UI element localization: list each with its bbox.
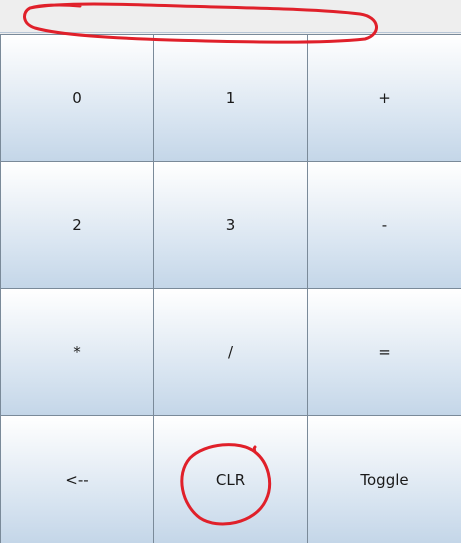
calculator-window: 0 1 + 2 3 - * / = <-- CLR Toggle xyxy=(0,0,461,543)
display-field[interactable] xyxy=(0,0,461,33)
key-plus-button[interactable]: + xyxy=(307,34,461,162)
key-1-button[interactable]: 1 xyxy=(153,34,308,162)
keypad: 0 1 + 2 3 - * / = <-- CLR Toggle xyxy=(0,34,461,543)
key-toggle-button[interactable]: Toggle xyxy=(307,415,461,543)
key-0-button[interactable]: 0 xyxy=(0,34,154,162)
key-2-button[interactable]: 2 xyxy=(0,161,154,289)
key-multiply-button[interactable]: * xyxy=(0,288,154,416)
key-divide-button[interactable]: / xyxy=(153,288,308,416)
key-minus-button[interactable]: - xyxy=(307,161,461,289)
key-3-button[interactable]: 3 xyxy=(153,161,308,289)
key-clear-button[interactable]: CLR xyxy=(153,415,308,543)
key-equals-button[interactable]: = xyxy=(307,288,461,416)
key-backspace-button[interactable]: <-- xyxy=(0,415,154,543)
